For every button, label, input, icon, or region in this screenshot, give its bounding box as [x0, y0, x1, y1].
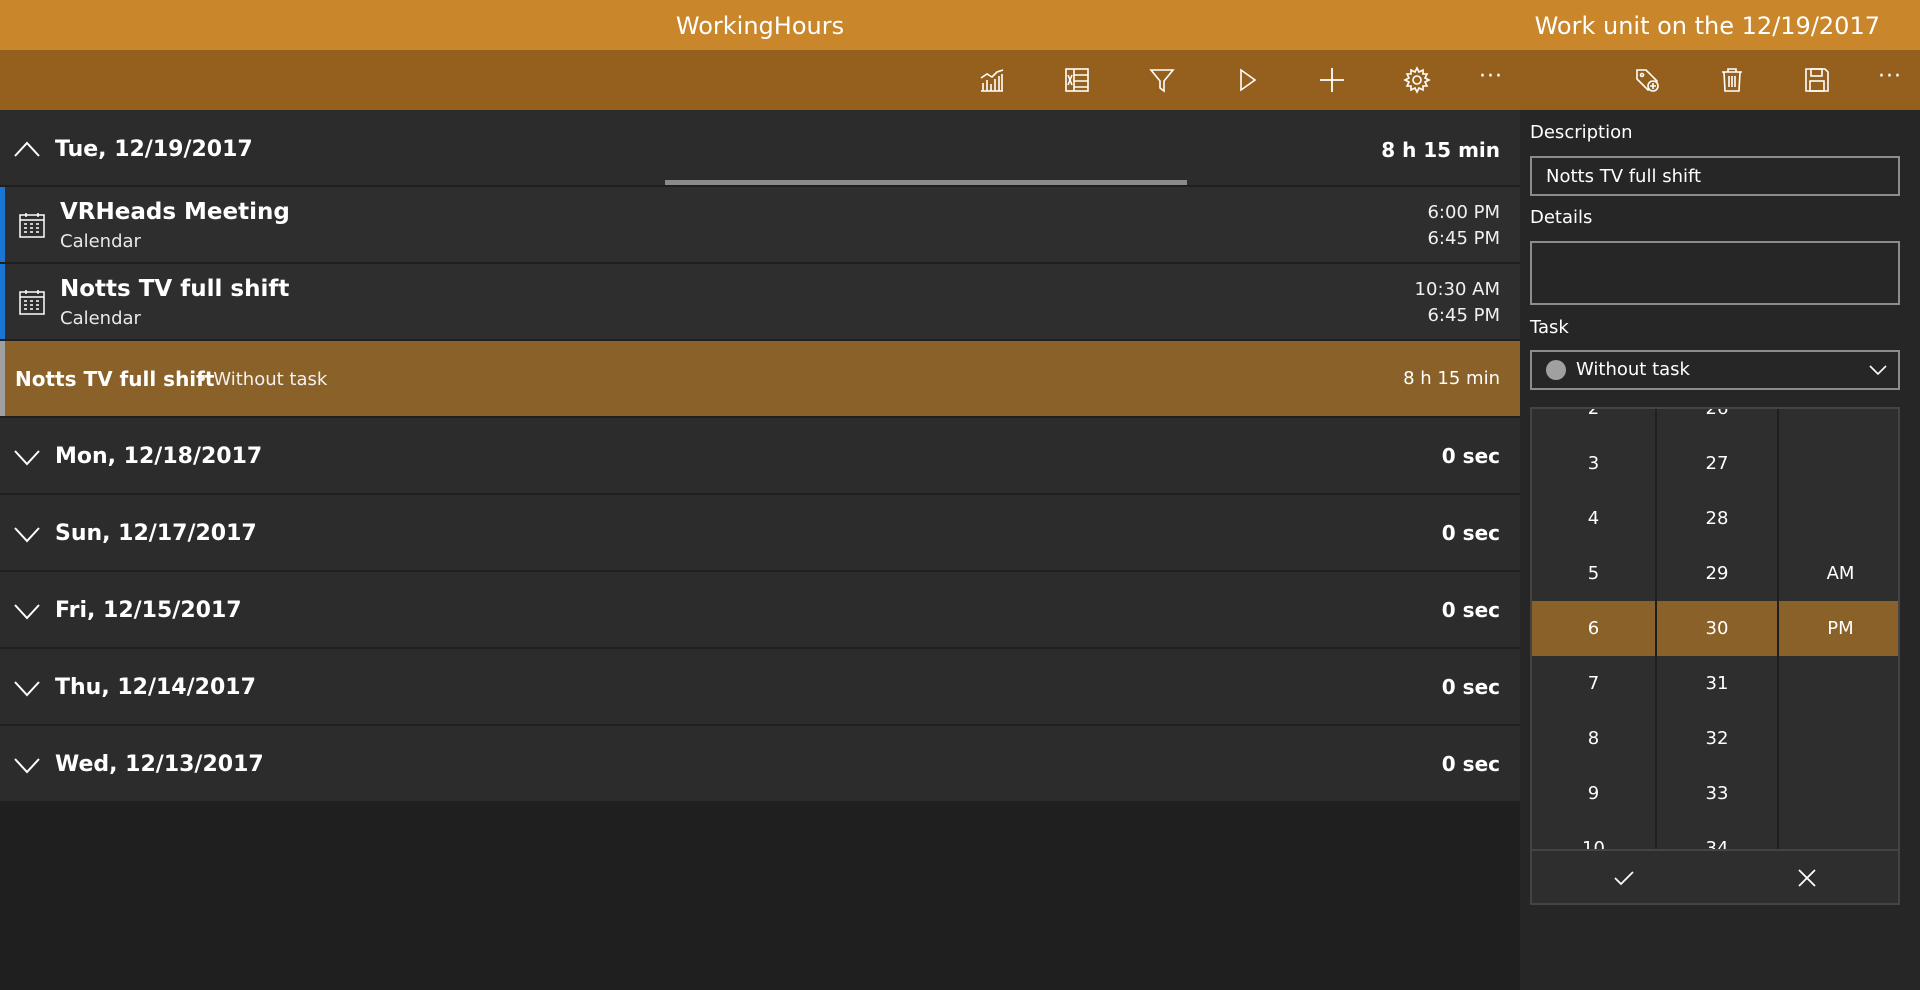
close-icon	[1797, 869, 1816, 887]
details-field[interactable]	[1530, 241, 1900, 305]
chevron-down-icon	[14, 418, 42, 495]
selected-work-unit[interactable]: Notts TV full shift • Without task 8 h 1…	[0, 341, 1520, 418]
horizontal-scroll-indicator	[665, 180, 1187, 185]
group-total: 0 sec	[1441, 598, 1500, 622]
command-bar: ··· ···	[0, 50, 1920, 110]
period-option[interactable]: AM	[1779, 546, 1898, 601]
work-unit-list: Tue, 12/19/2017 8 h 15 min VRHeads Meeti…	[0, 110, 1520, 803]
calendar-stripe	[0, 187, 5, 262]
task-color-dot	[1546, 360, 1566, 380]
minute-option[interactable]: 33	[1657, 766, 1777, 821]
cancel-button[interactable]	[1715, 851, 1898, 903]
group-date: Tue, 12/19/2017	[55, 137, 253, 162]
hour-option[interactable]: 8	[1532, 711, 1655, 766]
calendar-icon	[18, 288, 46, 316]
group-date: Fri, 12/15/2017	[55, 598, 242, 623]
period-column[interactable]: AM PM	[1779, 409, 1898, 849]
delete-icon[interactable]	[1712, 60, 1752, 100]
time-picker: 2345678910 262728293031323334 AMPM	[1530, 407, 1900, 905]
group-total: 8 h 15 min	[1381, 138, 1500, 162]
period-option[interactable]: PM	[1779, 601, 1898, 656]
group-header[interactable]: Thu, 12/14/2017 0 sec	[0, 649, 1520, 726]
settings-icon[interactable]	[1397, 60, 1437, 100]
entry-start-time: 6:00 PM	[1427, 202, 1500, 223]
group-date: Thu, 12/14/2017	[55, 675, 256, 700]
add-icon[interactable]	[1312, 60, 1352, 100]
entry-title: VRHeads Meeting	[60, 199, 290, 225]
filter-icon[interactable]	[1142, 60, 1182, 100]
hour-column[interactable]: 2345678910	[1532, 409, 1655, 849]
group-header[interactable]: Sun, 12/17/2017 0 sec	[0, 495, 1520, 572]
play-icon[interactable]	[1227, 60, 1267, 100]
entry-start-time: 10:30 AM	[1414, 279, 1500, 300]
hour-option[interactable]: 4	[1532, 491, 1655, 546]
hour-option[interactable]: 2	[1532, 409, 1655, 436]
picker-footer	[1532, 849, 1898, 903]
work-unit-task: • Without task	[197, 369, 328, 390]
task-label: Task	[1530, 317, 1569, 338]
title-bar: WorkingHours Work unit on the 12/19/2017	[0, 0, 1920, 50]
chevron-up-icon	[14, 110, 42, 187]
task-stripe	[0, 341, 5, 416]
app-title: WorkingHours	[675, 12, 845, 40]
accept-button[interactable]	[1532, 851, 1715, 903]
calendar-stripe	[0, 264, 5, 339]
save-icon[interactable]	[1797, 60, 1837, 100]
group-header[interactable]: Fri, 12/15/2017 0 sec	[0, 572, 1520, 649]
minute-column[interactable]: 262728293031323334	[1655, 409, 1779, 849]
entry-source: Calendar	[60, 308, 141, 329]
minute-option[interactable]: 30	[1657, 601, 1777, 656]
minute-option[interactable]: 28	[1657, 491, 1777, 546]
calendar-entry[interactable]: VRHeads Meeting Calendar 6:00 PM 6:45 PM	[0, 187, 1520, 264]
tag-add-icon[interactable]	[1627, 60, 1667, 100]
chevron-down-icon	[14, 649, 42, 726]
group-date: Sun, 12/17/2017	[55, 521, 257, 546]
group-total: 0 sec	[1441, 752, 1500, 776]
chevron-down-icon	[1869, 365, 1887, 376]
details-label: Details	[1530, 207, 1593, 228]
minute-option[interactable]: 34	[1657, 821, 1777, 849]
group-header[interactable]: Mon, 12/18/2017 0 sec	[0, 418, 1520, 495]
work-unit-title: Work unit on the 12/19/2017	[1534, 12, 1880, 40]
work-unit-editor: Description Details Task Without task 23…	[1520, 110, 1920, 990]
group-total: 0 sec	[1441, 444, 1500, 468]
minute-option[interactable]: 29	[1657, 546, 1777, 601]
entry-title: Notts TV full shift	[60, 276, 290, 302]
chevron-down-icon	[14, 495, 42, 572]
hour-option[interactable]: 3	[1532, 436, 1655, 491]
calendar-entry[interactable]: Notts TV full shift Calendar 10:30 AM 6:…	[0, 264, 1520, 341]
work-unit-duration: 8 h 15 min	[1403, 368, 1500, 389]
group-total: 0 sec	[1441, 521, 1500, 545]
chevron-down-icon	[14, 572, 42, 649]
minute-option[interactable]: 27	[1657, 436, 1777, 491]
excel-icon[interactable]	[1057, 60, 1097, 100]
work-unit-title: Notts TV full shift	[15, 367, 215, 391]
minute-option[interactable]: 32	[1657, 711, 1777, 766]
hour-option[interactable]: 9	[1532, 766, 1655, 821]
group-total: 0 sec	[1441, 675, 1500, 699]
hour-option[interactable]: 7	[1532, 656, 1655, 711]
chart-icon[interactable]	[972, 60, 1012, 100]
check-icon	[1613, 871, 1634, 886]
entry-end-time: 6:45 PM	[1427, 305, 1500, 326]
task-selected-value: Without task	[1576, 359, 1690, 380]
group-header[interactable]: Wed, 12/13/2017 0 sec	[0, 726, 1520, 803]
calendar-icon	[18, 211, 46, 239]
entry-source: Calendar	[60, 231, 141, 252]
minute-option[interactable]: 31	[1657, 656, 1777, 711]
hour-option[interactable]: 5	[1532, 546, 1655, 601]
more-commands-left-button[interactable]: ···	[1471, 60, 1511, 100]
entry-end-time: 6:45 PM	[1427, 228, 1500, 249]
group-header-expanded[interactable]: Tue, 12/19/2017 8 h 15 min	[0, 110, 1520, 187]
group-date: Wed, 12/13/2017	[55, 752, 264, 777]
more-commands-right-button[interactable]: ···	[1870, 60, 1910, 100]
group-date: Mon, 12/18/2017	[55, 444, 263, 469]
minute-option[interactable]: 26	[1657, 409, 1777, 436]
description-field[interactable]	[1530, 156, 1900, 196]
hour-option[interactable]: 6	[1532, 601, 1655, 656]
chevron-down-icon	[14, 726, 42, 803]
description-label: Description	[1530, 122, 1633, 143]
hour-option[interactable]: 10	[1532, 821, 1655, 849]
task-dropdown[interactable]: Without task	[1530, 350, 1900, 390]
